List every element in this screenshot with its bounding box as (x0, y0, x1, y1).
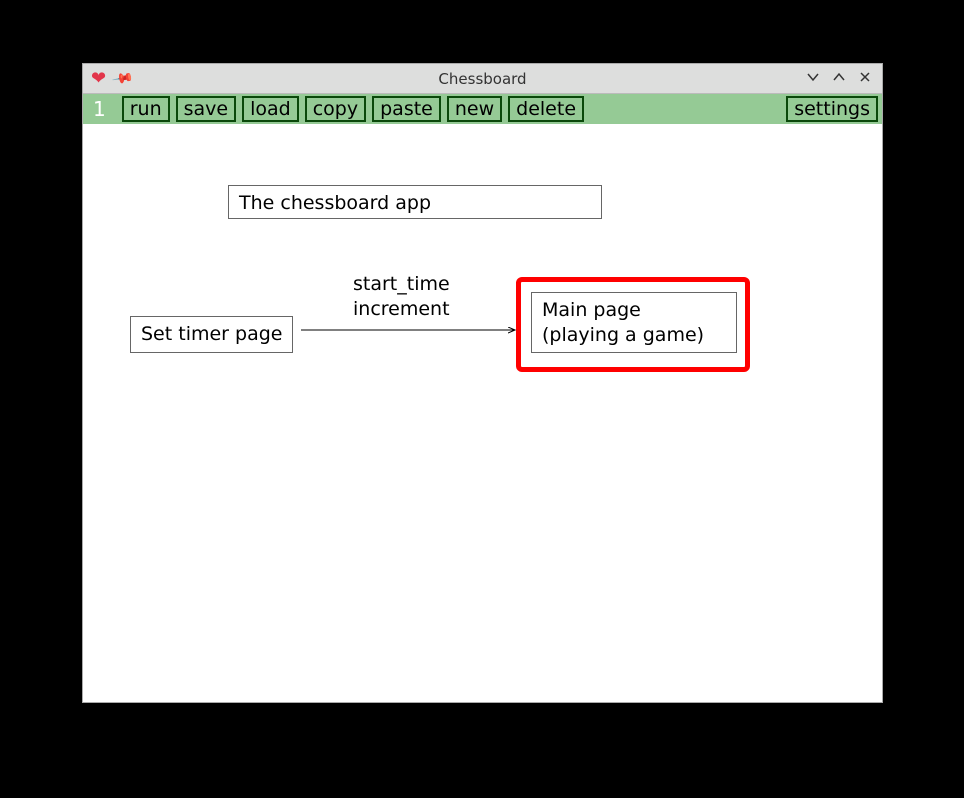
delete-button[interactable]: delete (508, 96, 584, 123)
app-window: ❤ 📌 Chessboard 1 run save load copy past… (82, 63, 883, 703)
pin-icon[interactable]: 📌 (112, 68, 134, 89)
save-button[interactable]: save (176, 96, 236, 123)
close-button[interactable] (856, 70, 874, 88)
main-node-line2: (playing a game) (542, 323, 726, 348)
titlebar: ❤ 📌 Chessboard (83, 64, 882, 94)
main-node[interactable]: Main page (playing a game) (531, 292, 737, 353)
load-button[interactable]: load (242, 96, 299, 123)
paste-button[interactable]: paste (372, 96, 441, 123)
main-node-line1: Main page (542, 298, 726, 323)
edge-label: start_time increment (353, 272, 450, 321)
copy-button[interactable]: copy (305, 96, 366, 123)
new-button[interactable]: new (447, 96, 502, 123)
edge-label-line2: increment (353, 297, 450, 322)
page-number: 1 (87, 97, 116, 121)
window-title: Chessboard (83, 70, 882, 88)
minimize-button[interactable] (804, 70, 822, 88)
title-node-text: The chessboard app (239, 192, 431, 214)
main-node-selected[interactable]: Main page (playing a game) (516, 277, 750, 372)
toolbar: 1 run save load copy paste new delete se… (83, 94, 882, 124)
edge-label-line1: start_time (353, 272, 450, 297)
timer-node[interactable]: Set timer page (130, 316, 293, 353)
maximize-button[interactable] (830, 70, 848, 88)
settings-button[interactable]: settings (786, 96, 878, 123)
title-node[interactable]: The chessboard app (228, 185, 602, 219)
run-button[interactable]: run (122, 96, 170, 123)
timer-node-text: Set timer page (141, 323, 282, 345)
heart-icon[interactable]: ❤ (91, 70, 106, 88)
diagram-canvas[interactable]: The chessboard app Set timer page start_… (83, 124, 882, 702)
